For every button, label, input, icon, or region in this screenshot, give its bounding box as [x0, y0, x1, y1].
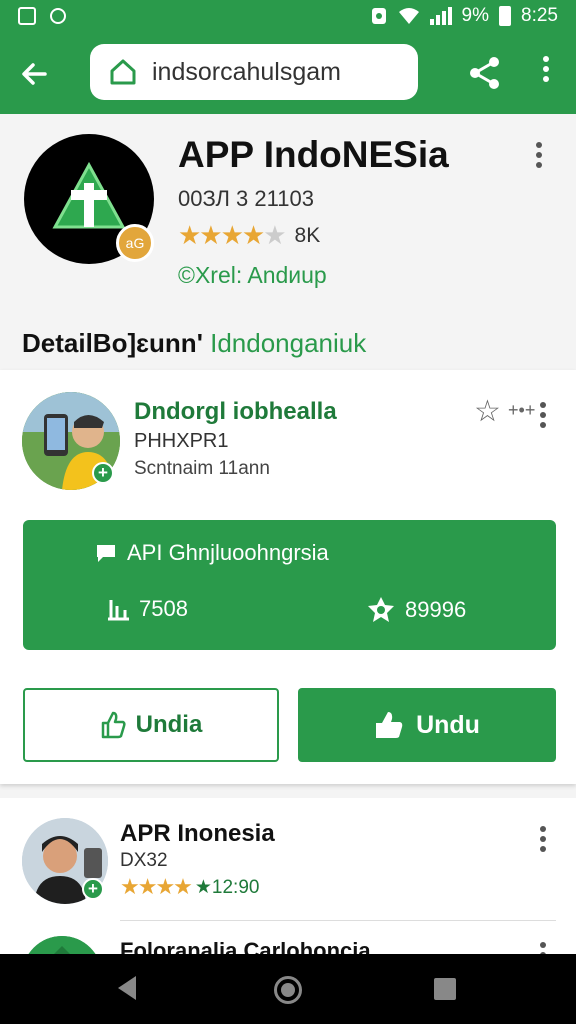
stat-downloads-value: 7508	[139, 596, 188, 621]
star-badge-icon	[368, 597, 394, 622]
wifi-icon	[398, 8, 419, 24]
status-left	[18, 7, 66, 25]
filled-button-label: Undu	[416, 710, 480, 739]
battery-icon	[499, 6, 512, 26]
app-list: + APR Inonesia DX32 ★★★★ ★12:90 Folorana…	[0, 798, 576, 1016]
app-title: APP IndoNESia	[178, 134, 449, 175]
add-badge-icon: +	[82, 878, 104, 900]
chat-icon	[97, 545, 115, 562]
api-panel: API Ghnjluoohngrsia 7508 89996	[23, 520, 556, 650]
thumbs-up-icon	[101, 711, 126, 739]
more-vert-icon[interactable]	[534, 56, 558, 92]
add-badge-icon: +	[92, 462, 114, 484]
nav-back-icon[interactable]	[118, 976, 136, 1000]
toolbar: indsorcahulsgam	[0, 32, 576, 114]
star-rating-icon: ★★★★★	[178, 220, 287, 250]
app-badge: aG	[116, 224, 154, 262]
thumbs-up-filled-icon	[376, 712, 403, 738]
back-button[interactable]	[14, 54, 54, 94]
app-rating: ★★★★★ 8K	[178, 220, 320, 251]
stat-badge: 89996	[367, 596, 466, 624]
app-id: 00ЗЛ 3 21103	[178, 186, 314, 211]
stat-badge-value: 89996	[405, 597, 467, 622]
list-item-rating: ★★★★ ★12:90	[120, 874, 259, 900]
card-more-icon[interactable]	[540, 402, 546, 428]
app-header: aG APP IndoNESia 00ЗЛ 3 21103 ★★★★★ 8K ©…	[0, 114, 576, 370]
arrows-icon[interactable]: +•+	[508, 400, 535, 421]
back-arrow-icon	[22, 63, 47, 85]
home-icon	[110, 59, 136, 85]
card-code: PHHXPR1	[134, 430, 229, 452]
outline-action-button[interactable]: Undia	[23, 688, 279, 762]
filled-action-button[interactable]: Undu	[298, 688, 556, 762]
signal-icon	[429, 7, 452, 25]
battery-percent: 9%	[461, 5, 490, 26]
url-text: indsorcahulsgam	[152, 57, 341, 86]
nav-recents-icon[interactable]	[434, 978, 456, 1000]
star-rating-icon: ★★★★	[120, 874, 193, 899]
outline-button-label: Undia	[135, 711, 203, 738]
app-subtitle[interactable]: ©Xrel: Andиup	[178, 262, 327, 289]
alarm-icon	[371, 8, 386, 24]
rating-count: 8K	[294, 223, 321, 247]
chat-bubble-icon	[50, 8, 66, 24]
app-logo-icon	[52, 161, 126, 229]
panel-title-text: API Ghnjluoohngrsia	[127, 540, 329, 565]
card-title[interactable]: Dndorgl iobhealla	[134, 398, 337, 426]
share-button[interactable]	[466, 54, 504, 92]
list-item-count: ★12:90	[194, 876, 260, 898]
clock: 8:25	[521, 5, 558, 26]
card-meta: Scntnaim 11ann	[134, 458, 270, 479]
app-more-icon[interactable]	[536, 142, 542, 168]
url-bar[interactable]: indsorcahulsgam	[90, 44, 418, 100]
screenshot-icon	[18, 7, 36, 25]
section-title-main: DetailBo]ɛunn'	[22, 328, 203, 358]
divider	[120, 920, 556, 921]
detail-card: + Dndorgl iobhealla PHHXPR1 Scntnaim 11a…	[0, 370, 576, 784]
section-title: DetailBo]ɛunn' Idndonganiuk	[22, 328, 366, 359]
panel-title: API Ghnjluoohngrsia	[95, 540, 329, 566]
stat-downloads: 7508	[105, 596, 188, 622]
star-outline-icon[interactable]: ☆	[474, 394, 501, 429]
navigation-bar	[0, 954, 576, 1024]
list-item-title[interactable]: APR Inonesia	[120, 820, 275, 848]
bar-chart-icon	[108, 600, 129, 621]
list-item-code: DX32	[120, 850, 168, 871]
list-item-more-icon[interactable]	[540, 826, 546, 852]
status-bar: 9% 8:25	[0, 0, 576, 32]
section-title-accent: Idndonganiuk	[210, 328, 367, 358]
status-right: 9% 8:25	[370, 5, 558, 27]
share-icon	[470, 57, 499, 89]
nav-home-icon[interactable]	[274, 976, 302, 1004]
